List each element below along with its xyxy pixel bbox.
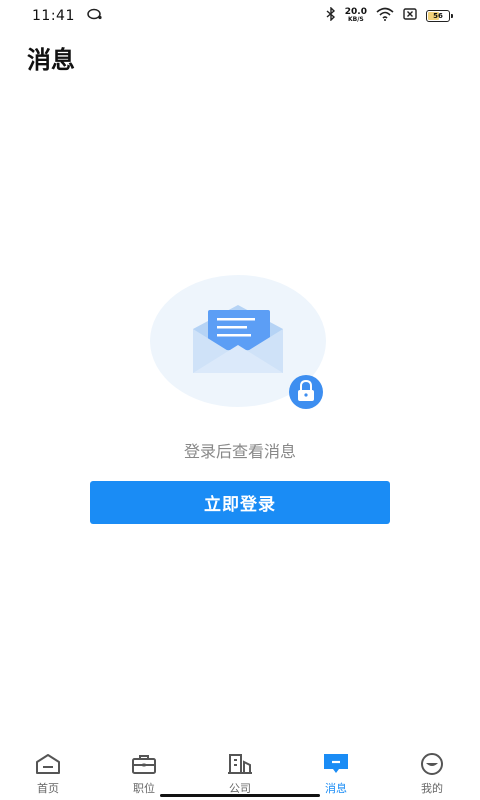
network-speed: 20.0 KB/S bbox=[345, 8, 367, 24]
nav-item-profile[interactable]: 我的 bbox=[384, 752, 480, 796]
briefcase-icon bbox=[132, 755, 156, 774]
network-speed-value: 20.0 bbox=[344, 7, 367, 17]
status-time: 11:41 bbox=[32, 8, 75, 24]
login-now-button[interactable]: 立即登录 bbox=[90, 481, 390, 524]
building-icon bbox=[228, 754, 252, 774]
status-left: 11:41 bbox=[32, 8, 103, 24]
home-indicator[interactable] bbox=[160, 794, 320, 797]
bluetooth-icon bbox=[326, 6, 336, 25]
bottom-navigation: 首页 职位 公司 消息 我的 bbox=[0, 752, 480, 800]
nav-label-messages: 消息 bbox=[325, 782, 347, 795]
battery-icon: 56 bbox=[426, 10, 453, 22]
nav-label-profile: 我的 bbox=[421, 782, 443, 795]
battery-text: 56 bbox=[433, 12, 443, 20]
status-bar: 11:41 20.0 KB/S 56 bbox=[0, 0, 480, 32]
nav-label-jobs: 职位 bbox=[133, 782, 155, 795]
lock-icon bbox=[289, 375, 323, 409]
nav-label-home: 首页 bbox=[37, 782, 59, 795]
nav-item-home[interactable]: 首页 bbox=[0, 752, 96, 796]
wifi-icon bbox=[376, 7, 394, 25]
nav-item-company[interactable]: 公司 bbox=[192, 752, 288, 796]
sim-icon bbox=[403, 8, 417, 24]
nav-item-messages[interactable]: 消息 bbox=[288, 752, 384, 796]
profile-icon bbox=[421, 753, 443, 775]
empty-message-illustration bbox=[150, 275, 330, 413]
page-title: 消息 bbox=[27, 46, 75, 74]
login-hint-text: 登录后查看消息 bbox=[183, 442, 296, 461]
nav-item-jobs[interactable]: 职位 bbox=[96, 752, 192, 796]
status-right: 20.0 KB/S 56 bbox=[326, 6, 453, 25]
message-icon bbox=[324, 754, 348, 773]
home-icon bbox=[36, 754, 60, 774]
notification-icon bbox=[87, 8, 103, 24]
network-speed-unit: KB/S bbox=[348, 16, 364, 23]
screen: 11:41 20.0 KB/S 56 消息 登录后查看消息 立即登录 首页 职位… bbox=[0, 0, 480, 800]
